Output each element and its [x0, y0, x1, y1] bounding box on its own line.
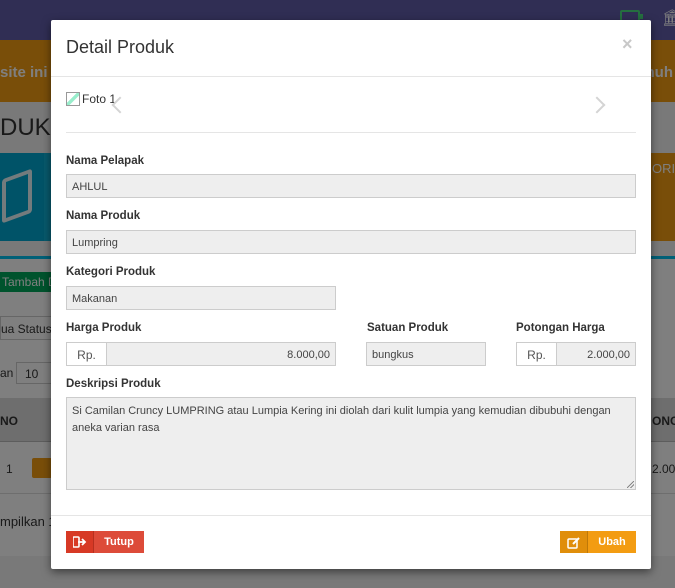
resize-handle[interactable] — [627, 481, 634, 488]
product-unit-label: Satuan Produk — [367, 322, 449, 334]
edit-icon — [560, 531, 588, 553]
close-icon[interactable]: × — [622, 34, 633, 55]
modal-title: Detail Produk — [66, 37, 175, 57]
product-description-text: Si Camilan Cruncy LUMPRING atau Lumpia K… — [72, 405, 611, 434]
price-currency-addon: Rp. — [66, 342, 107, 366]
product-price-label: Harga Produk — [66, 322, 142, 334]
chevron-right-icon[interactable] — [588, 96, 606, 114]
edit-button[interactable]: Ubah — [560, 531, 636, 553]
carousel-divider — [66, 132, 636, 133]
product-category-field[interactable]: Makanan — [66, 286, 336, 310]
product-detail-modal: Detail Produk × Foto 1 Nama Pelapak AHLU… — [51, 20, 651, 569]
product-name-field[interactable]: Lumpring — [66, 230, 636, 254]
discount-field[interactable]: 2.000,00 — [556, 342, 636, 366]
product-image: Foto 1 — [66, 92, 116, 106]
broken-image-icon — [66, 92, 80, 106]
close-button-label: Tutup — [104, 536, 134, 548]
discount-currency-addon: Rp. — [516, 342, 557, 366]
product-description-label: Deskripsi Produk — [66, 378, 161, 390]
product-description-textarea[interactable]: Si Camilan Cruncy LUMPRING atau Lumpia K… — [66, 397, 636, 490]
product-price-field[interactable]: 8.000,00 — [106, 342, 336, 366]
footer-divider — [51, 515, 651, 516]
discount-label: Potongan Harga — [516, 322, 605, 334]
header-divider — [51, 76, 651, 77]
product-name-label: Nama Produk — [66, 210, 141, 222]
edit-button-label: Ubah — [598, 536, 626, 548]
product-category-label: Kategori Produk — [66, 266, 156, 278]
sign-out-icon — [66, 531, 94, 553]
product-unit-field[interactable]: bungkus — [366, 342, 486, 366]
seller-name-field[interactable]: AHLUL — [66, 174, 636, 198]
seller-name-label: Nama Pelapak — [66, 155, 144, 167]
close-button[interactable]: Tutup — [66, 531, 144, 553]
